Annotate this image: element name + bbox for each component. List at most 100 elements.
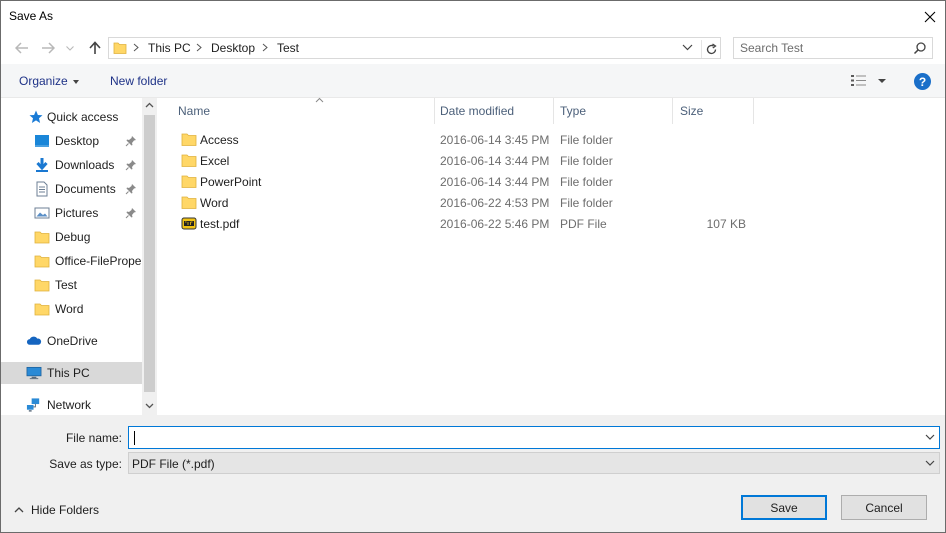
folder-icon — [34, 279, 50, 292]
organize-button[interactable]: Organize — [19, 74, 79, 88]
sidebar-item-office-fileproperties[interactable]: Office-FileProperties — [1, 250, 142, 272]
text-cursor — [134, 431, 135, 445]
scrollbar-thumb[interactable] — [144, 115, 155, 392]
column-header-name[interactable]: Name — [174, 97, 434, 124]
file-name-input[interactable] — [129, 427, 919, 448]
file-type: File folder — [560, 154, 613, 168]
folder-icon — [181, 133, 197, 146]
pin-icon[interactable] — [125, 207, 137, 219]
address-dropdown-icon[interactable] — [682, 42, 693, 53]
file-date: 2016-06-14 3:44 PM — [440, 154, 550, 168]
search-box[interactable] — [733, 37, 933, 59]
sidebar-item-desktop[interactable]: Desktop — [1, 130, 142, 152]
save-button[interactable]: Save — [741, 495, 827, 520]
file-row[interactable]: Word 2016-06-22 4:53 PM File folder — [174, 192, 754, 213]
sidebar-item-onedrive[interactable]: OneDrive — [1, 330, 142, 352]
sidebar-item-network[interactable]: Network — [1, 394, 142, 416]
sidebar-item-quick-access[interactable]: Quick access — [1, 106, 142, 128]
sidebar-item-documents[interactable]: Documents — [1, 178, 142, 200]
recent-locations-button[interactable] — [64, 39, 76, 57]
folder-icon — [181, 175, 197, 188]
file-row[interactable]: Excel 2016-06-14 3:44 PM File folder — [174, 150, 754, 171]
chevron-down-icon[interactable] — [925, 434, 935, 440]
organize-label: Organize — [19, 74, 68, 88]
sidebar-item-label: Documents — [55, 182, 116, 196]
folder-icon — [113, 42, 127, 54]
breadcrumb-this-pc[interactable]: This PC — [148, 41, 191, 55]
file-name-field[interactable] — [128, 426, 940, 449]
close-button[interactable] — [915, 1, 945, 32]
chevron-right-icon — [262, 43, 268, 52]
save-as-type-label: Save as type: — [49, 457, 122, 471]
new-folder-button[interactable]: New folder — [110, 74, 167, 88]
save-as-type-select[interactable]: PDF File (*.pdf) — [128, 452, 940, 474]
view-options-icon[interactable] — [850, 74, 868, 87]
sidebar-item-pictures[interactable]: Pictures — [1, 202, 142, 224]
column-header-type[interactable]: Type — [554, 98, 672, 124]
folder-icon — [34, 255, 50, 268]
navigation-pane: Quick access Desktop Downloads Documents… — [1, 98, 157, 415]
sidebar-item-label: Downloads — [55, 158, 115, 172]
arrow-up-icon — [89, 41, 101, 54]
document-icon — [36, 181, 48, 197]
column-header-size[interactable]: Size — [673, 98, 753, 124]
computer-icon — [26, 366, 42, 380]
column-divider[interactable] — [753, 98, 754, 124]
sidebar-item-label: Word — [55, 302, 84, 316]
column-header-label: Size — [680, 104, 704, 118]
pin-icon[interactable] — [125, 135, 137, 147]
hide-folders-button[interactable]: Hide Folders — [14, 503, 99, 517]
cancel-button[interactable]: Cancel — [841, 495, 927, 520]
column-header-date-modified[interactable]: Date modified — [435, 98, 553, 124]
pin-icon[interactable] — [125, 183, 137, 195]
forward-button[interactable] — [39, 39, 57, 57]
sidebar-item-downloads[interactable]: Downloads — [1, 154, 142, 176]
sidebar-item-test[interactable]: Test — [1, 274, 142, 296]
file-row[interactable]: PowerPoint 2016-06-14 3:44 PM File folde… — [174, 171, 754, 192]
navigation-scrollbar[interactable] — [142, 98, 157, 415]
sidebar-item-this-pc[interactable]: This PC — [1, 362, 142, 384]
file-type: File folder — [560, 175, 613, 189]
caret-down-icon — [72, 79, 79, 84]
chevron-up-icon — [14, 507, 24, 513]
save-as-type-value: PDF File (*.pdf) — [132, 457, 215, 471]
command-toolbar: Organize New folder ? — [1, 64, 945, 98]
pin-icon[interactable] — [125, 159, 137, 171]
sidebar-item-debug[interactable]: Debug — [1, 226, 142, 248]
folder-icon — [181, 196, 197, 209]
column-header-label: Type — [560, 104, 587, 118]
file-size: 107 KB — [706, 217, 746, 231]
file-row[interactable]: Access 2016-06-14 3:45 PM File folder — [174, 129, 754, 150]
address-bar[interactable]: This PC Desktop Test — [108, 37, 721, 59]
search-input[interactable] — [734, 38, 912, 58]
breadcrumb-test[interactable]: Test — [277, 41, 299, 55]
view-dropdown-icon[interactable] — [878, 79, 886, 83]
file-name: Access — [200, 133, 239, 147]
file-name: test.pdf — [200, 217, 240, 231]
column-header-label: Date modified — [440, 104, 515, 118]
file-date: 2016-06-14 3:44 PM — [440, 175, 550, 189]
refresh-button[interactable] — [701, 40, 721, 58]
sidebar-item-label: OneDrive — [47, 334, 98, 348]
breadcrumb-desktop[interactable]: Desktop — [211, 41, 255, 55]
hide-folders-label: Hide Folders — [31, 503, 100, 517]
save-form: File name: Save as type: PDF File (*.pdf… — [1, 415, 945, 532]
chevron-right-icon — [133, 43, 139, 52]
refresh-icon — [706, 42, 717, 54]
address-row: This PC Desktop Test — [1, 32, 945, 64]
arrow-left-icon — [15, 42, 28, 54]
desktop-icon — [35, 135, 49, 147]
help-button[interactable]: ? — [914, 73, 931, 90]
star-icon — [29, 110, 43, 123]
up-button[interactable] — [86, 39, 104, 57]
back-button[interactable] — [13, 39, 31, 57]
arrow-right-icon — [42, 42, 55, 54]
picture-icon — [34, 207, 50, 219]
scroll-up-icon[interactable] — [145, 102, 154, 108]
pdf-icon — [181, 217, 197, 230]
scroll-down-icon[interactable] — [145, 403, 154, 409]
folder-icon — [34, 303, 50, 316]
file-name: Excel — [200, 154, 230, 168]
sidebar-item-word[interactable]: Word — [1, 298, 142, 320]
file-row[interactable]: test.pdf 2016-06-22 5:46 PM PDF File 107… — [174, 213, 754, 234]
